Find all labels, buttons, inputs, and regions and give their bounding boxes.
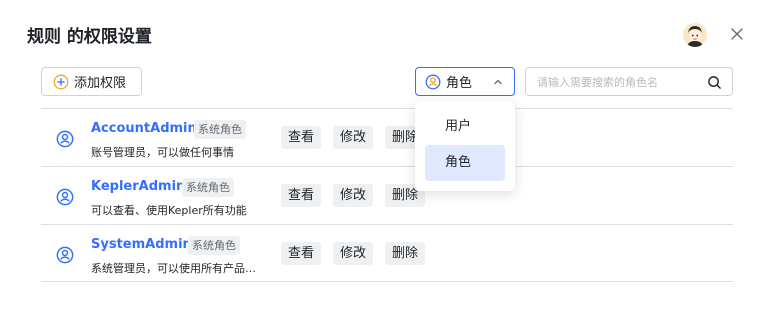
- role-description: 可以查看、使用Kepler所有功能: [91, 204, 247, 217]
- type-dropdown-menu: 用户 角色: [415, 101, 515, 191]
- system-role-tag: 系统角色: [188, 236, 240, 255]
- type-select-value: 角色: [446, 76, 473, 91]
- search-input[interactable]: [537, 74, 702, 90]
- role-icon: [56, 188, 74, 206]
- table-row: SystemAdmin 系统角色 系统管理员，可以使用所有产品… 查看 修改 删…: [41, 224, 733, 282]
- role-name[interactable]: KeplerAdmin: [91, 179, 185, 194]
- role-list: AccountAdmin 系统角色 账号管理员，可以做任何事情 查看 修改 删除…: [41, 108, 733, 282]
- dropdown-option-role[interactable]: 角色: [425, 145, 505, 181]
- view-button[interactable]: 查看: [281, 184, 322, 207]
- dialog-title: 规则 的权限设置: [27, 27, 152, 47]
- close-icon[interactable]: [730, 26, 744, 40]
- role-description: 账号管理员，可以做任何事情: [91, 146, 234, 159]
- view-button[interactable]: 查看: [281, 126, 322, 149]
- add-permission-label: 添加权限: [74, 76, 127, 91]
- role-icon: [56, 246, 74, 264]
- edit-button[interactable]: 修改: [333, 126, 374, 149]
- role-search: [525, 67, 733, 96]
- type-select[interactable]: 角色: [415, 67, 515, 96]
- plus-circle-icon: [53, 74, 69, 89]
- role-name[interactable]: SystemAdmin: [91, 237, 192, 252]
- role-description: 系统管理员，可以使用所有产品…: [91, 262, 256, 275]
- role-icon: [56, 130, 74, 148]
- chevron-up-icon: [494, 79, 502, 85]
- system-role-tag: 系统角色: [194, 120, 246, 139]
- add-permission-button[interactable]: 添加权限: [41, 67, 142, 96]
- system-role-tag: 系统角色: [182, 178, 234, 197]
- avatar-icon: [683, 23, 707, 47]
- role-name[interactable]: AccountAdmin: [91, 121, 197, 136]
- user-avatar[interactable]: [683, 23, 707, 47]
- search-icon[interactable]: [707, 75, 722, 90]
- table-row: AccountAdmin 系统角色 账号管理员，可以做任何事情 查看 修改 删除: [41, 108, 733, 166]
- view-button[interactable]: 查看: [281, 242, 322, 265]
- table-row: KeplerAdmin 系统角色 可以查看、使用Kepler所有功能 查看 修改…: [41, 166, 733, 224]
- role-icon: [425, 74, 441, 89]
- edit-button[interactable]: 修改: [333, 184, 374, 207]
- delete-button[interactable]: 删除: [385, 242, 426, 265]
- edit-button[interactable]: 修改: [333, 242, 374, 265]
- dropdown-option-user[interactable]: 用户: [425, 109, 505, 145]
